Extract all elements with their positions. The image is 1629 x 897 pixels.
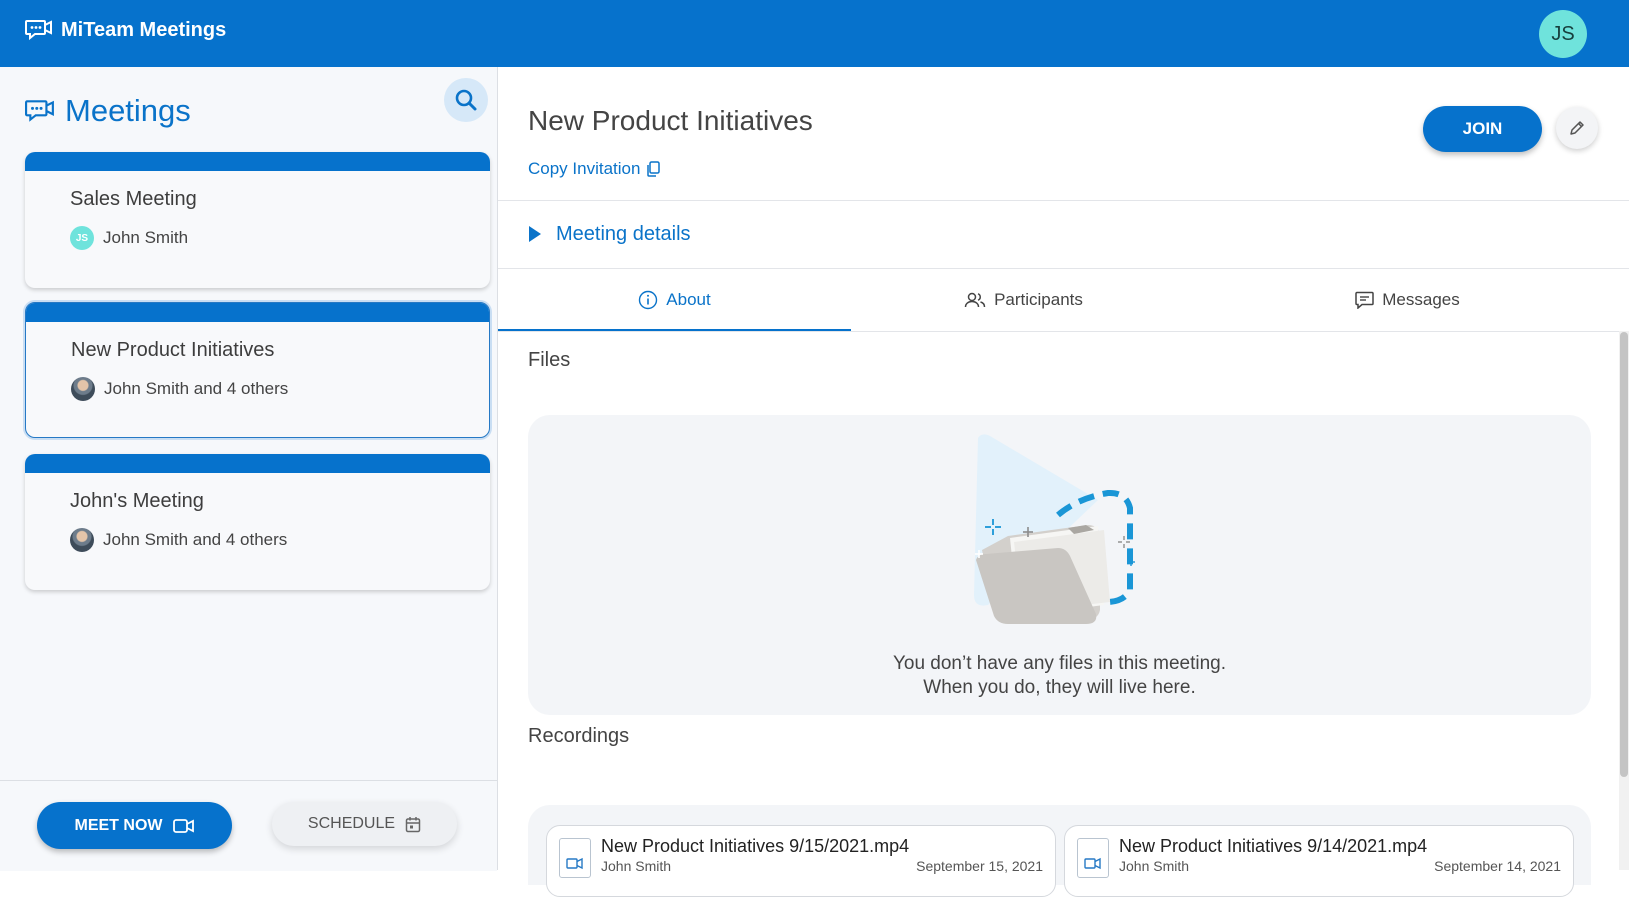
- scrollbar-thumb[interactable]: [1620, 332, 1628, 777]
- message-icon: [1355, 291, 1374, 309]
- pencil-icon: [1570, 121, 1584, 135]
- app-title: MiTeam Meetings: [61, 18, 227, 41]
- empty-line-1: You don’t have any files in this meeting…: [892, 653, 1227, 674]
- host-avatar: JS: [70, 226, 94, 250]
- meeting-card-johns[interactable]: John's Meeting John Smith and 4 others: [25, 454, 490, 590]
- tab-about[interactable]: About: [498, 269, 851, 331]
- divider: [498, 200, 1629, 201]
- recording-author: John Smith: [601, 858, 672, 874]
- search-icon: [455, 89, 477, 111]
- files-empty-state: You don’t have any files in this meeting…: [528, 415, 1591, 715]
- meeting-details-toggle[interactable]: Meeting details: [528, 214, 691, 254]
- recording-name: New Product Initiatives 9/14/2021.mp4: [1119, 836, 1428, 856]
- tab-messages[interactable]: Messages: [1196, 269, 1619, 331]
- host-name: John Smith and 4 others: [103, 530, 288, 549]
- video-file-icon: [559, 838, 591, 878]
- tab-label: Participants: [994, 290, 1083, 309]
- chat-video-icon: [25, 20, 52, 41]
- files-empty-message: You don’t have any files in this meeting…: [528, 652, 1591, 700]
- files-heading: Files: [528, 349, 571, 371]
- recording-item[interactable]: New Product Initiatives 9/14/2021.mp4 Jo…: [1064, 825, 1574, 897]
- recording-date: September 14, 2021: [1434, 858, 1561, 874]
- detail-tabs: About Participants Messages: [498, 269, 1629, 332]
- meeting-card-title: John's Meeting: [70, 490, 204, 512]
- tab-label: About: [666, 290, 711, 309]
- empty-line-2: When you do, they will live here.: [923, 677, 1196, 698]
- tab-participants[interactable]: Participants: [851, 269, 1196, 331]
- meet-now-button[interactable]: MEET NOW: [37, 802, 232, 849]
- tab-label: Messages: [1382, 290, 1460, 309]
- people-icon: [964, 292, 986, 308]
- schedule-label: SCHEDULE: [307, 815, 396, 832]
- calendar-icon: [405, 816, 421, 832]
- meeting-detail-panel: New Product Initiatives Copy Invitation …: [498, 67, 1629, 897]
- active-tab-indicator: [498, 329, 851, 331]
- meeting-card-new-product[interactable]: New Product Initiatives John Smith and 4…: [25, 302, 490, 438]
- recordings-list: New Product Initiatives 9/15/2021.mp4 Jo…: [528, 805, 1591, 897]
- user-avatar[interactable]: JS: [1539, 10, 1587, 58]
- meeting-card-host: John Smith and 4 others: [70, 528, 287, 552]
- recording-item[interactable]: New Product Initiatives 9/15/2021.mp4 Jo…: [546, 825, 1056, 897]
- meet-now-label: MEET NOW: [74, 816, 163, 834]
- video-file-icon: [1077, 838, 1109, 878]
- edit-meeting-button[interactable]: [1556, 107, 1598, 149]
- card-stripe: [26, 303, 489, 322]
- recording-name: New Product Initiatives 9/15/2021.mp4: [601, 836, 910, 856]
- sidebar-header: Meetings: [25, 93, 191, 129]
- join-button[interactable]: JOIN: [1423, 106, 1542, 152]
- meeting-card-sales[interactable]: Sales Meeting JS John Smith: [25, 152, 490, 288]
- copy-invitation-link[interactable]: Copy Invitation: [528, 159, 661, 179]
- chat-video-icon: [25, 100, 54, 122]
- sidebar-actions: MEET NOW SCHEDULE: [0, 780, 497, 871]
- empty-folder-illustration: [974, 434, 1135, 624]
- meetings-sidebar: Meetings Sales Meeting JS John Smith New…: [0, 67, 498, 871]
- meeting-title: New Product Initiatives: [528, 105, 813, 136]
- caret-right-icon: [529, 226, 541, 242]
- host-name: John Smith: [103, 228, 189, 247]
- meeting-card-title: Sales Meeting: [70, 188, 197, 210]
- meeting-card-host: JS John Smith: [70, 226, 188, 250]
- recording-date: September 15, 2021: [916, 858, 1043, 874]
- card-stripe: [25, 454, 490, 473]
- top-app-bar: MiTeam Meetings JS: [0, 0, 1629, 67]
- host-name: John Smith and 4 others: [104, 379, 289, 398]
- copy-icon: [647, 161, 661, 177]
- recordings-heading: Recordings: [528, 725, 630, 747]
- info-icon: [639, 290, 658, 310]
- host-avatar: [70, 528, 94, 552]
- app-brand: MiTeam Meetings: [25, 18, 226, 42]
- meeting-card-host: John Smith and 4 others: [71, 377, 288, 401]
- card-stripe: [25, 152, 490, 171]
- meeting-card-title: New Product Initiatives: [71, 339, 275, 361]
- recording-author: John Smith: [1119, 858, 1190, 874]
- video-camera-icon: [172, 818, 194, 833]
- search-button[interactable]: [444, 78, 488, 122]
- copy-invitation-label: Copy Invitation: [528, 159, 641, 178]
- sidebar-title: Meetings: [65, 93, 191, 128]
- schedule-button[interactable]: SCHEDULE: [272, 802, 457, 846]
- host-avatar: [71, 377, 95, 401]
- meeting-details-label: Meeting details: [556, 222, 691, 245]
